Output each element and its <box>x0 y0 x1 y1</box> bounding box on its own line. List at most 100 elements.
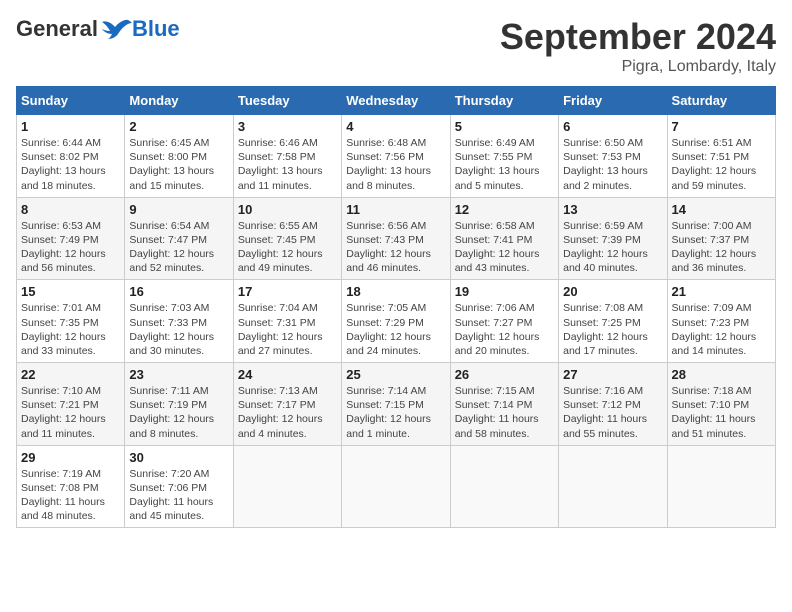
calendar-day-cell: 15 Sunrise: 7:01 AM Sunset: 7:35 PM Dayli… <box>17 280 125 363</box>
day-number: 22 <box>21 367 120 382</box>
day-number: 8 <box>21 202 120 217</box>
day-info: Sunrise: 7:20 AM Sunset: 7:06 PM Dayligh… <box>129 467 228 524</box>
day-of-week-header: Tuesday <box>233 87 341 115</box>
calendar-day-cell: 3 Sunrise: 6:46 AM Sunset: 7:58 PM Daylig… <box>233 115 341 198</box>
day-info: Sunrise: 7:06 AM Sunset: 7:27 PM Dayligh… <box>455 301 554 358</box>
day-number: 29 <box>21 450 120 465</box>
day-of-week-header: Thursday <box>450 87 558 115</box>
day-number: 27 <box>563 367 662 382</box>
day-info: Sunrise: 7:19 AM Sunset: 7:08 PM Dayligh… <box>21 467 120 524</box>
day-info: Sunrise: 6:58 AM Sunset: 7:41 PM Dayligh… <box>455 219 554 276</box>
day-info: Sunrise: 7:11 AM Sunset: 7:19 PM Dayligh… <box>129 384 228 441</box>
calendar-day-cell <box>342 445 450 528</box>
day-number: 2 <box>129 119 228 134</box>
calendar-week-row: 29 Sunrise: 7:19 AM Sunset: 7:08 PM Dayli… <box>17 445 776 528</box>
day-number: 23 <box>129 367 228 382</box>
calendar-week-row: 8 Sunrise: 6:53 AM Sunset: 7:49 PM Daylig… <box>17 197 776 280</box>
calendar-day-cell: 19 Sunrise: 7:06 AM Sunset: 7:27 PM Dayli… <box>450 280 558 363</box>
day-number: 18 <box>346 284 445 299</box>
calendar-day-cell: 5Sunrise: 6:49 AM Sunset: 7:55 PM Daylig… <box>450 115 558 198</box>
logo-bird-icon <box>100 18 132 40</box>
day-number: 20 <box>563 284 662 299</box>
day-number: 3 <box>238 119 337 134</box>
day-of-week-header: Wednesday <box>342 87 450 115</box>
day-number: 7 <box>672 119 771 134</box>
calendar-day-cell <box>667 445 775 528</box>
day-number: 17 <box>238 284 337 299</box>
calendar-day-cell: 7 Sunrise: 6:51 AM Sunset: 7:51 PM Daylig… <box>667 115 775 198</box>
calendar-day-cell: 24Sunrise: 7:13 AM Sunset: 7:17 PM Dayli… <box>233 363 341 446</box>
calendar-day-cell <box>233 445 341 528</box>
day-of-week-header: Sunday <box>17 87 125 115</box>
day-info: Sunrise: 6:44 AM Sunset: 8:02 PM Dayligh… <box>21 136 120 193</box>
calendar-day-cell: 10Sunrise: 6:55 AM Sunset: 7:45 PM Dayli… <box>233 197 341 280</box>
calendar-day-cell: 2 Sunrise: 6:45 AM Sunset: 8:00 PM Daylig… <box>125 115 233 198</box>
calendar-day-cell: 22 Sunrise: 7:10 AM Sunset: 7:21 PM Dayli… <box>17 363 125 446</box>
day-info: Sunrise: 7:00 AM Sunset: 7:37 PM Dayligh… <box>672 219 771 276</box>
calendar-day-cell <box>450 445 558 528</box>
calendar-day-cell: 1 Sunrise: 6:44 AM Sunset: 8:02 PM Daylig… <box>17 115 125 198</box>
calendar-day-cell: 30 Sunrise: 7:20 AM Sunset: 7:06 PM Dayli… <box>125 445 233 528</box>
calendar-day-cell: 21Sunrise: 7:09 AM Sunset: 7:23 PM Dayli… <box>667 280 775 363</box>
day-info: Sunrise: 7:10 AM Sunset: 7:21 PM Dayligh… <box>21 384 120 441</box>
day-number: 19 <box>455 284 554 299</box>
day-number: 10 <box>238 202 337 217</box>
calendar-week-row: 1 Sunrise: 6:44 AM Sunset: 8:02 PM Daylig… <box>17 115 776 198</box>
calendar-day-cell: 14 Sunrise: 7:00 AM Sunset: 7:37 PM Dayli… <box>667 197 775 280</box>
calendar-day-cell: 27 Sunrise: 7:16 AM Sunset: 7:12 PM Dayli… <box>559 363 667 446</box>
calendar-day-cell: 17Sunrise: 7:04 AM Sunset: 7:31 PM Dayli… <box>233 280 341 363</box>
day-info: Sunrise: 7:14 AM Sunset: 7:15 PM Dayligh… <box>346 384 445 441</box>
calendar-week-row: 15 Sunrise: 7:01 AM Sunset: 7:35 PM Dayli… <box>17 280 776 363</box>
calendar-day-cell: 11Sunrise: 6:56 AM Sunset: 7:43 PM Dayli… <box>342 197 450 280</box>
day-number: 30 <box>129 450 228 465</box>
calendar-day-cell: 6 Sunrise: 6:50 AM Sunset: 7:53 PM Daylig… <box>559 115 667 198</box>
day-info: Sunrise: 6:51 AM Sunset: 7:51 PM Dayligh… <box>672 136 771 193</box>
month-title: September 2024 <box>500 16 776 58</box>
day-info: Sunrise: 6:50 AM Sunset: 7:53 PM Dayligh… <box>563 136 662 193</box>
day-info: Sunrise: 6:45 AM Sunset: 8:00 PM Dayligh… <box>129 136 228 193</box>
day-number: 14 <box>672 202 771 217</box>
day-info: Sunrise: 7:16 AM Sunset: 7:12 PM Dayligh… <box>563 384 662 441</box>
calendar-day-cell: 12 Sunrise: 6:58 AM Sunset: 7:41 PM Dayli… <box>450 197 558 280</box>
location-title: Pigra, Lombardy, Italy <box>500 58 776 76</box>
day-number: 15 <box>21 284 120 299</box>
day-number: 21 <box>672 284 771 299</box>
day-number: 9 <box>129 202 228 217</box>
calendar-day-cell <box>559 445 667 528</box>
calendar-day-cell: 18 Sunrise: 7:05 AM Sunset: 7:29 PM Dayli… <box>342 280 450 363</box>
day-info: Sunrise: 7:08 AM Sunset: 7:25 PM Dayligh… <box>563 301 662 358</box>
day-of-week-header: Friday <box>559 87 667 115</box>
day-info: Sunrise: 6:46 AM Sunset: 7:58 PM Dayligh… <box>238 136 337 193</box>
day-info: Sunrise: 6:59 AM Sunset: 7:39 PM Dayligh… <box>563 219 662 276</box>
day-info: Sunrise: 7:05 AM Sunset: 7:29 PM Dayligh… <box>346 301 445 358</box>
day-number: 16 <box>129 284 228 299</box>
day-number: 12 <box>455 202 554 217</box>
day-info: Sunrise: 7:15 AM Sunset: 7:14 PM Dayligh… <box>455 384 554 441</box>
day-number: 5 <box>455 119 554 134</box>
day-of-week-header: Monday <box>125 87 233 115</box>
logo-blue: Blue <box>132 16 180 42</box>
day-number: 25 <box>346 367 445 382</box>
calendar-day-cell: 25 Sunrise: 7:14 AM Sunset: 7:15 PM Dayli… <box>342 363 450 446</box>
page-header: General Blue September 2024 Pigra, Lomba… <box>16 16 776 76</box>
logo-general: General <box>16 16 98 42</box>
day-number: 28 <box>672 367 771 382</box>
calendar-week-row: 22 Sunrise: 7:10 AM Sunset: 7:21 PM Dayli… <box>17 363 776 446</box>
day-number: 13 <box>563 202 662 217</box>
day-info: Sunrise: 6:48 AM Sunset: 7:56 PM Dayligh… <box>346 136 445 193</box>
day-number: 1 <box>21 119 120 134</box>
calendar-day-cell: 28 Sunrise: 7:18 AM Sunset: 7:10 PM Dayli… <box>667 363 775 446</box>
calendar-day-cell: 16Sunrise: 7:03 AM Sunset: 7:33 PM Dayli… <box>125 280 233 363</box>
calendar-day-cell: 4 Sunrise: 6:48 AM Sunset: 7:56 PM Daylig… <box>342 115 450 198</box>
day-number: 6 <box>563 119 662 134</box>
calendar-header-row: SundayMondayTuesdayWednesdayThursdayFrid… <box>17 87 776 115</box>
day-number: 4 <box>346 119 445 134</box>
logo: General Blue <box>16 16 180 42</box>
calendar-day-cell: 9Sunrise: 6:54 AM Sunset: 7:47 PM Daylig… <box>125 197 233 280</box>
day-info: Sunrise: 7:01 AM Sunset: 7:35 PM Dayligh… <box>21 301 120 358</box>
calendar-table: SundayMondayTuesdayWednesdayThursdayFrid… <box>16 86 776 528</box>
day-info: Sunrise: 6:53 AM Sunset: 7:49 PM Dayligh… <box>21 219 120 276</box>
calendar-day-cell: 8 Sunrise: 6:53 AM Sunset: 7:49 PM Daylig… <box>17 197 125 280</box>
calendar-day-cell: 26Sunrise: 7:15 AM Sunset: 7:14 PM Dayli… <box>450 363 558 446</box>
day-info: Sunrise: 7:18 AM Sunset: 7:10 PM Dayligh… <box>672 384 771 441</box>
